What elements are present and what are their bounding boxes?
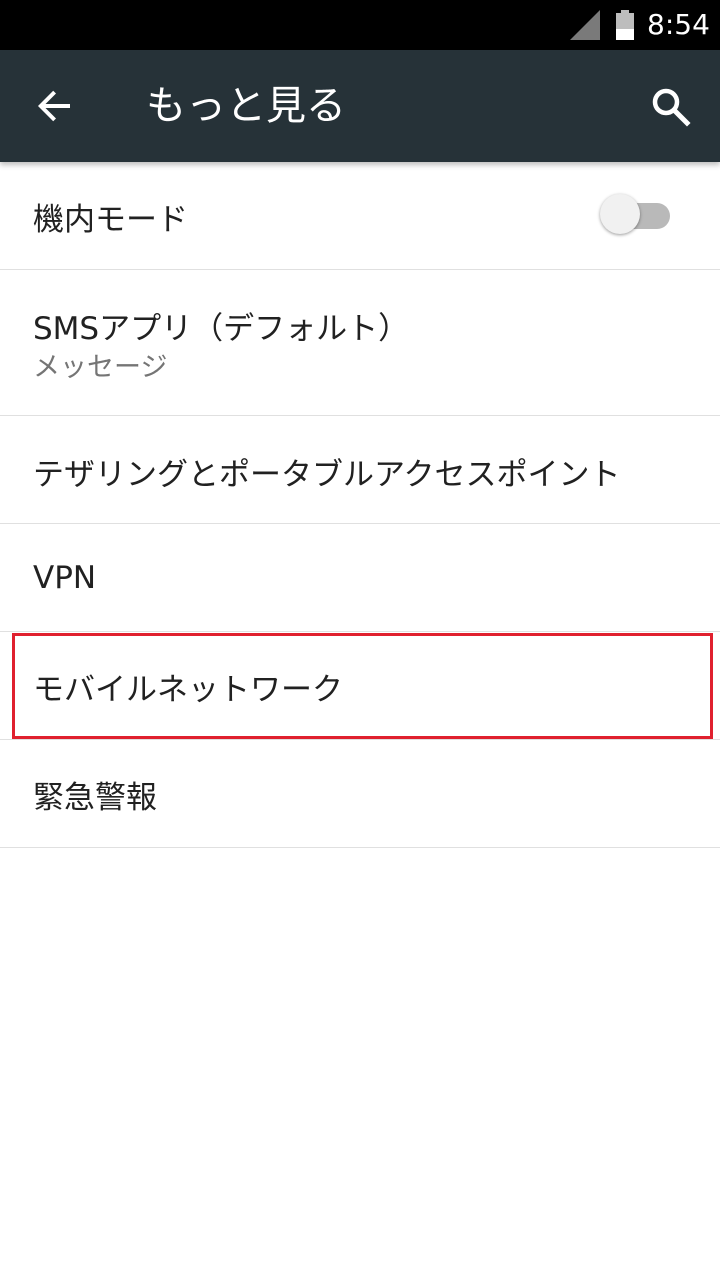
list-item-tethering[interactable]: テザリングとポータブルアクセスポイント <box>0 416 720 524</box>
toggle-thumb <box>600 194 640 234</box>
list-item-label: SMSアプリ（デフォルト） <box>33 311 410 347</box>
settings-list: 機内モード SMSアプリ（デフォルト） メッセージ テザリングとポータブルアクセ… <box>0 162 720 848</box>
list-item-label: 緊急警報 <box>33 780 157 816</box>
battery-icon <box>616 10 634 40</box>
search-icon[interactable] <box>647 83 695 131</box>
status-bar: 8:54 <box>0 0 720 50</box>
list-item-label: モバイルネットワーク <box>33 672 343 708</box>
status-time: 8:54 <box>647 8 710 41</box>
list-item-summary: メッセージ <box>33 352 168 383</box>
list-item-sms-app[interactable]: SMSアプリ（デフォルト） メッセージ <box>0 270 720 416</box>
signal-icon <box>570 10 600 40</box>
app-bar: もっと見る <box>0 50 720 162</box>
list-item-label: 機内モード <box>33 202 188 238</box>
arrow-back-icon[interactable] <box>30 81 80 131</box>
list-item-airplane-mode[interactable]: 機内モード <box>0 162 720 270</box>
list-item-label: テザリングとポータブルアクセスポイント <box>33 457 621 493</box>
page-title: もっと見る <box>146 83 346 129</box>
airplane-mode-toggle[interactable] <box>600 194 672 236</box>
list-item-emergency-alerts[interactable]: 緊急警報 <box>0 740 720 848</box>
list-item-vpn[interactable]: VPN <box>0 524 720 632</box>
list-item-label: VPN <box>33 560 97 596</box>
list-item-mobile-network[interactable]: モバイルネットワーク <box>0 632 720 740</box>
